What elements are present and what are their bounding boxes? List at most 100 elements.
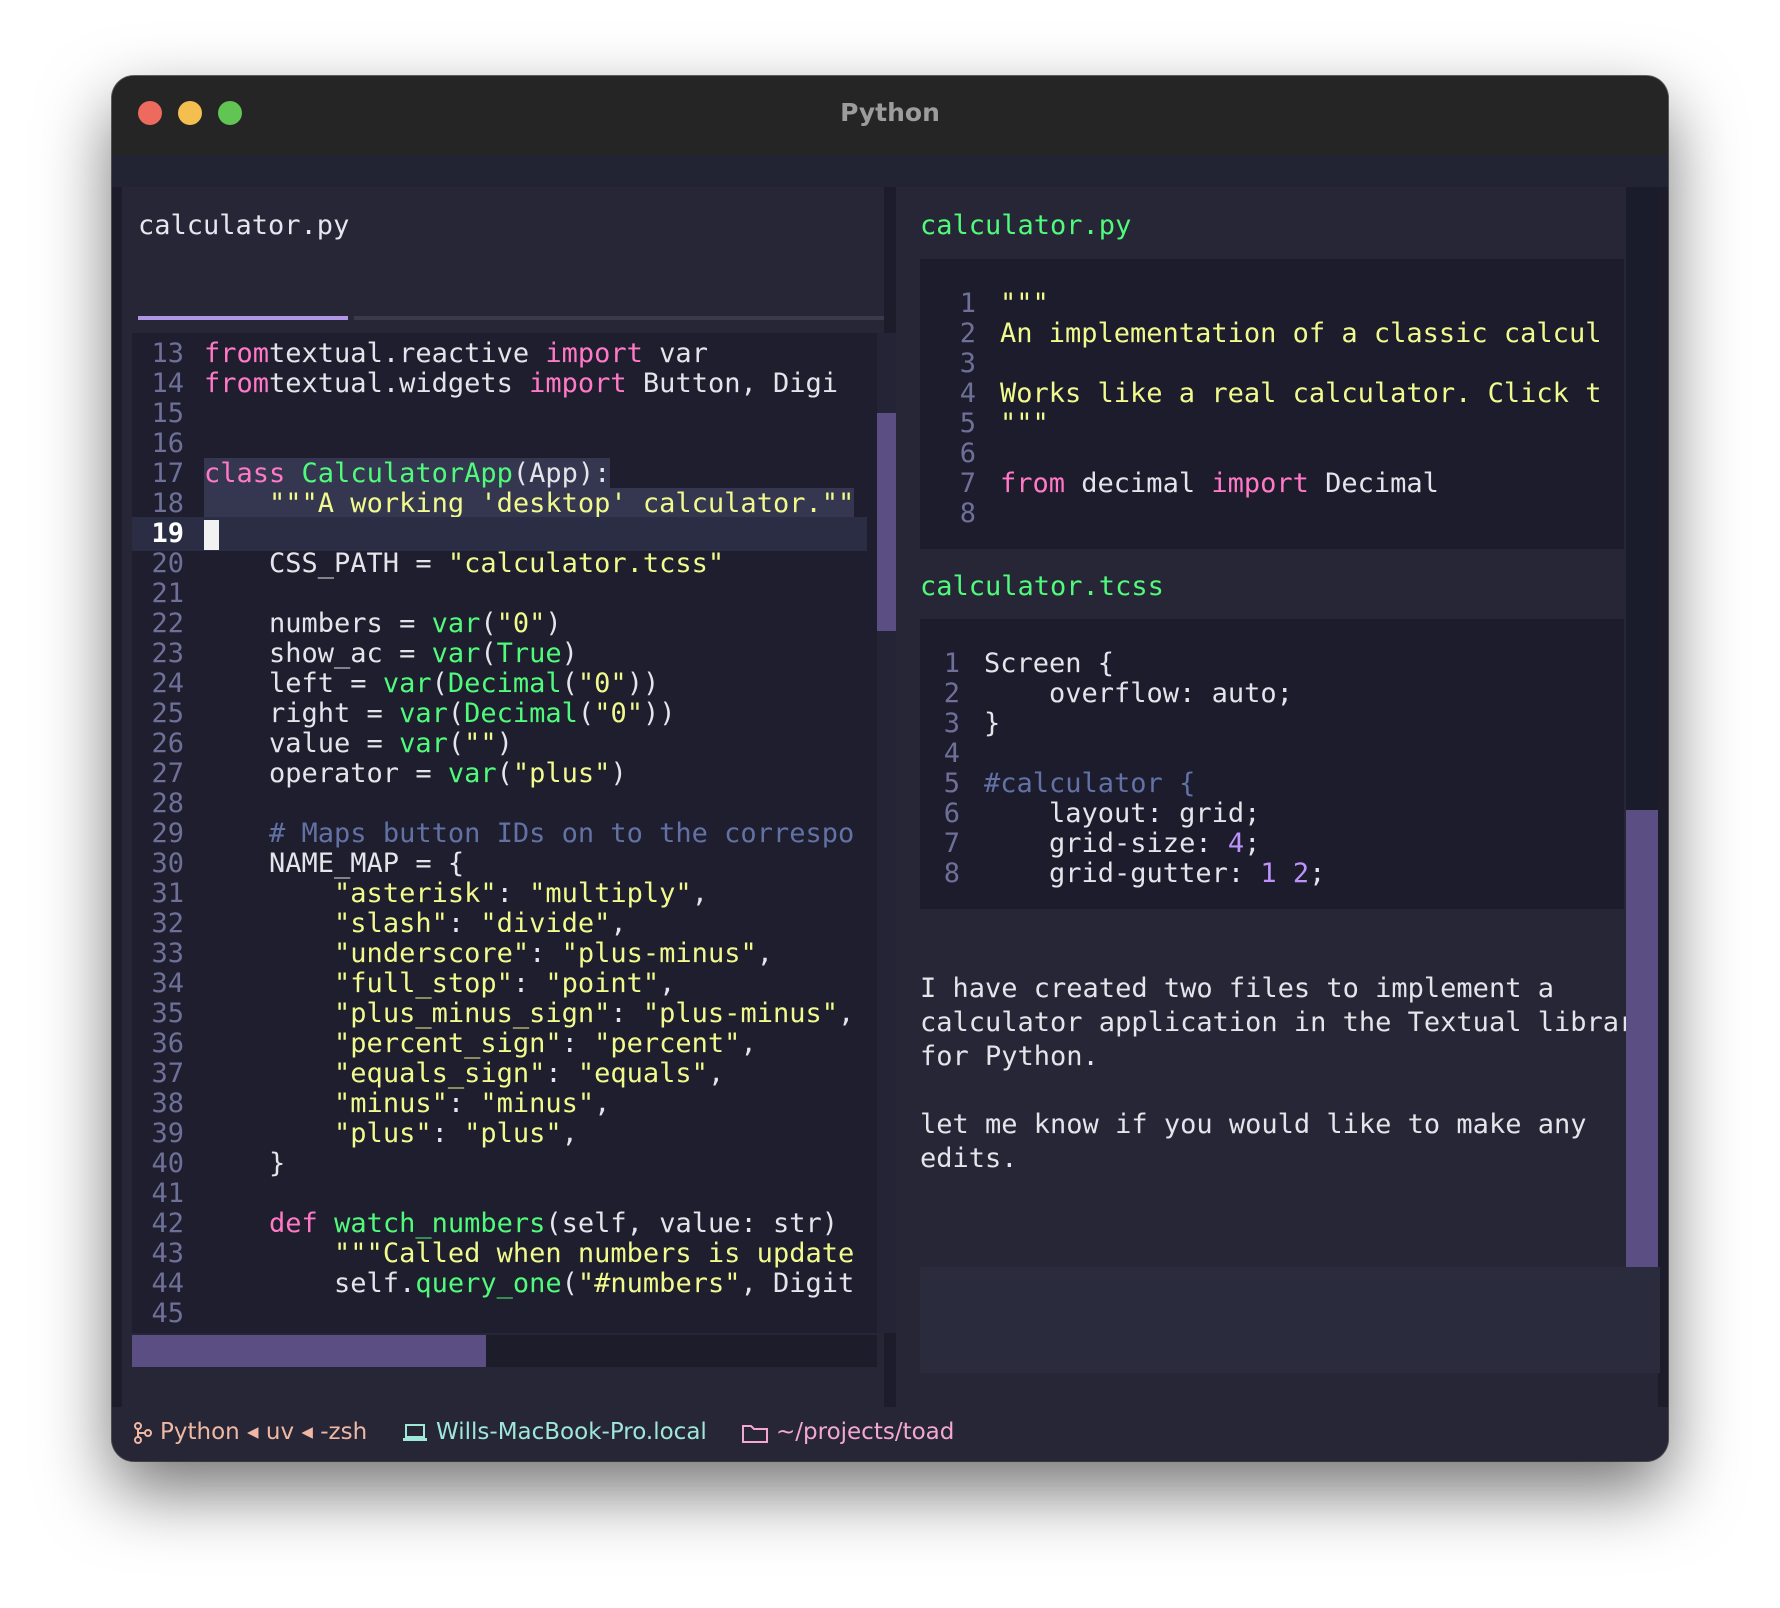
code-line: 24 left = var(Decimal("0")) <box>132 667 867 701</box>
code-token: , <box>594 1088 611 1119</box>
code-token: from <box>1000 468 1066 499</box>
line-content: value = var("") <box>204 728 513 759</box>
code-line: 6 layout: grid; <box>920 797 1624 831</box>
code-editor[interactable]: 13 fromtextual.reactive import var 14 fromt… <box>132 333 877 1333</box>
code-token: var <box>431 608 481 639</box>
prompt-input[interactable] <box>920 1267 1660 1373</box>
status-cwd-text: ~/projects/toad <box>776 1419 955 1445</box>
line-number: 44 <box>151 1268 184 1299</box>
code-token: ( <box>447 728 465 759</box>
line-number: 37 <box>151 1058 184 1089</box>
line-number: 1 <box>959 288 976 319</box>
code-token: grid-size: <box>984 828 1228 859</box>
line-content: "asterisk": "multiply", <box>204 878 708 909</box>
code-token: Decimal <box>1308 468 1439 499</box>
line-number: 3 <box>943 708 960 739</box>
tab-bar-divider <box>354 316 884 320</box>
code-line: 3 <box>920 347 1624 381</box>
code-token: ( <box>431 668 448 699</box>
line-number: 2 <box>959 318 976 349</box>
folder-icon <box>742 1424 768 1443</box>
code-token: , <box>659 968 676 999</box>
line-content: right = var(Decimal("0")) <box>204 698 675 729</box>
code-token: "slash" <box>334 908 448 939</box>
code-line: 2 An implementation of a classic calcul <box>920 317 1624 351</box>
code-token: var <box>399 698 448 729</box>
code-token: : <box>496 878 530 909</box>
line-content: """Called when numbers is update <box>204 1238 854 1269</box>
line-number: 34 <box>151 968 184 999</box>
code-token: : <box>512 968 546 999</box>
code-token: right = <box>204 698 400 729</box>
code-line: 13 fromtextual.reactive import var <box>132 337 867 371</box>
line-content: self.query_one("#numbers", Digit <box>204 1268 854 1299</box>
code-token: def <box>269 1208 318 1239</box>
code-line: 44 self.query_one("#numbers", Digit <box>132 1267 867 1301</box>
line-number: 8 <box>959 498 976 529</box>
code-token: , <box>707 1058 725 1089</box>
code-line: 14 fromtextual.widgets import Button, Dig… <box>132 367 867 401</box>
line-content: """A working 'desktop' calculator."" <box>204 488 855 519</box>
laptop-icon <box>403 1423 427 1441</box>
code-token: grid-gutter: <box>984 858 1261 889</box>
code-token: ) <box>496 728 513 759</box>
code-line: 6 <box>920 437 1624 471</box>
code-token: , Digit <box>740 1268 855 1299</box>
code-line: 41 <box>132 1177 867 1211</box>
code-line: 1 Screen { <box>920 647 1624 681</box>
code-line: 42 def watch_numbers(self, value: str) <box>132 1207 867 1241</box>
code-token: """ <box>1000 288 1049 319</box>
code-token: ) <box>610 758 627 789</box>
line-number: 7 <box>959 468 976 499</box>
line-number: 25 <box>151 698 184 729</box>
code-line: 26 value = var("") <box>132 727 867 761</box>
code-line: 4 <box>920 737 1624 771</box>
code-line: 39 "plus": "plus", <box>132 1117 867 1151</box>
line-content: numbers = var("0") <box>204 608 562 639</box>
line-content: fromtextual.reactive import var <box>204 338 708 369</box>
tab-calculator-py[interactable]: calculator.py <box>138 210 349 241</box>
code-token: query_one <box>415 1268 562 1299</box>
code-token: "plus" <box>464 1118 562 1149</box>
code-token: import <box>545 338 643 369</box>
text-cursor <box>204 519 219 550</box>
line-number: 5 <box>959 408 976 439</box>
line-number: 6 <box>943 798 960 829</box>
code-line: 35 "plus_minus_sign": "plus-minus", <box>132 997 867 1031</box>
code-token: ; <box>1244 828 1261 859</box>
code-token: "" <box>464 728 497 759</box>
code-token: , <box>691 878 708 909</box>
conversation-scroll-thumb[interactable] <box>1626 810 1658 1276</box>
code-token: } <box>984 708 1001 739</box>
code-token: "divide" <box>480 908 611 939</box>
code-token: self. <box>204 1268 416 1299</box>
code-token: "plus" <box>334 1118 432 1149</box>
status-bar: Python ◂ uv ◂ -zsh Wills-MacBook-Pro.loc… <box>112 1407 1668 1461</box>
code-token: "0" <box>594 698 643 729</box>
line-content: } <box>204 1148 285 1179</box>
line-content: "percent_sign": "percent", <box>204 1028 757 1059</box>
code-line: 22 numbers = var("0") <box>132 607 867 641</box>
code-token: operator = <box>204 758 448 789</box>
code-token: layout: grid; <box>984 798 1261 829</box>
line-number: 41 <box>151 1178 184 1209</box>
line-number: 36 <box>151 1028 184 1059</box>
code-line: 16 <box>132 427 867 461</box>
line-number: 8 <box>943 858 960 889</box>
file-label-calculator-py: calculator.py <box>920 210 1132 241</box>
code-line: 36 "percent_sign": "percent", <box>132 1027 867 1061</box>
editor-horizontal-scroll-thumb[interactable] <box>132 1335 486 1367</box>
code-line: 21 <box>132 577 867 611</box>
line-content: show_ac = var(True) <box>204 638 578 669</box>
line-content: "full_stop": "point", <box>204 968 675 999</box>
code-token: Button, Digi <box>626 368 838 399</box>
code-token: ( <box>447 698 465 729</box>
code-line: 34 "full_stop": "point", <box>132 967 867 1001</box>
code-line: 7 from decimal import Decimal <box>920 467 1624 501</box>
code-token: class <box>204 458 286 489</box>
status-host-text: Wills-MacBook-Pro.local <box>436 1419 707 1445</box>
code-token: # Maps button IDs on to the correspo <box>269 818 855 849</box>
line-number: 32 <box>151 908 184 939</box>
